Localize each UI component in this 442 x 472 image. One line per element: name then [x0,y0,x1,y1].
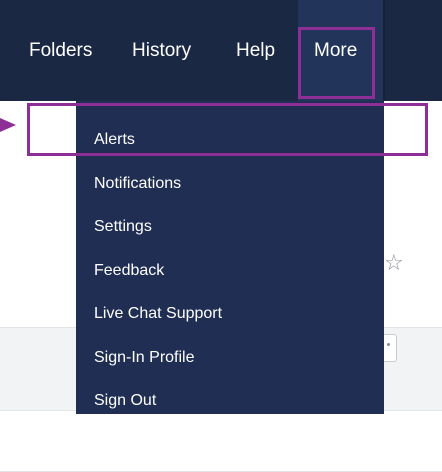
menu-item-notifications[interactable]: Notifications [94,175,181,193]
menu-item-sign-in-profile[interactable]: Sign-In Profile [94,349,195,367]
top-nav: Folders History Help More [0,0,442,101]
nav-folders[interactable]: Folders [29,0,92,101]
annotation-highlight-more [298,27,375,99]
star-outline-icon[interactable]: ☆ [384,252,404,274]
annotation-highlight-alerts [27,103,428,156]
arrow-pointer-icon [0,118,16,132]
menu-item-sign-out[interactable]: Sign Out [94,392,156,410]
nav-divider [383,0,385,101]
share-icon[interactable] [384,334,397,362]
menu-item-settings[interactable]: Settings [94,218,152,236]
nav-history[interactable]: History [132,0,191,101]
menu-item-live-chat-support[interactable]: Live Chat Support [94,305,222,323]
menu-item-feedback[interactable]: Feedback [94,262,164,280]
nav-help[interactable]: Help [236,0,275,101]
